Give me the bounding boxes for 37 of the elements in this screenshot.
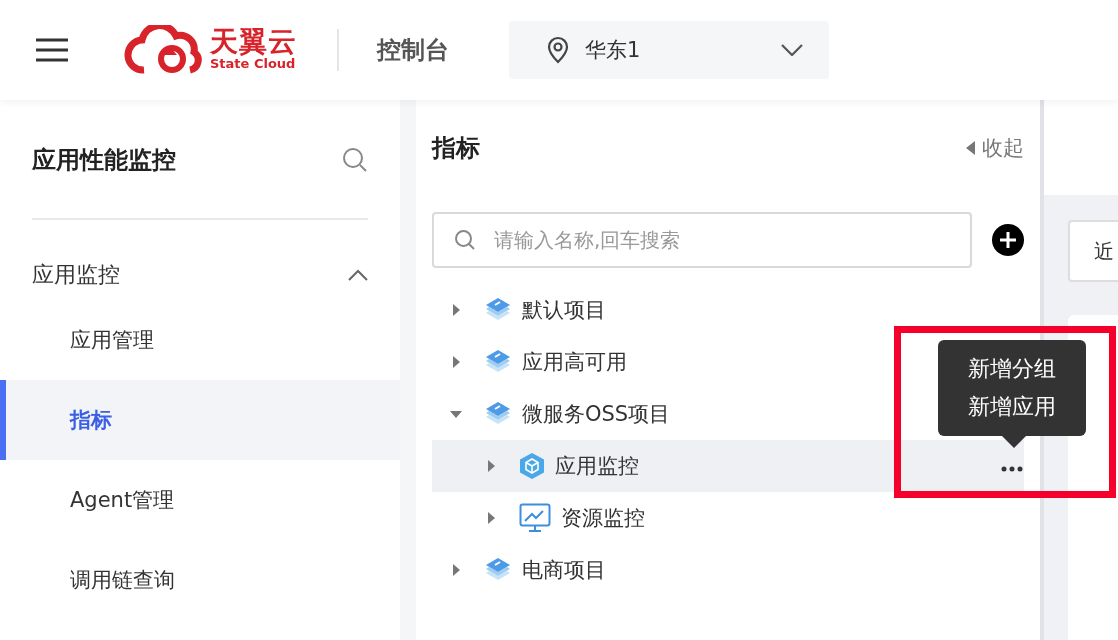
monitor-chart-icon (519, 503, 551, 533)
caret-left-icon (966, 141, 976, 155)
tree-item-label: 默认项目 (522, 297, 606, 324)
sidebar-title: 应用性能监控 (32, 145, 176, 176)
cube-icon (519, 452, 545, 480)
panel-title: 指标 (432, 133, 480, 164)
region-select[interactable]: 华东1 (509, 21, 829, 79)
collapse-button[interactable]: 收起 (966, 134, 1024, 162)
nav-item[interactable]: 指标 (0, 380, 400, 460)
tree-item-label: 微服务OSS项目 (522, 401, 671, 428)
caret-right-icon[interactable] (485, 512, 497, 524)
search-icon[interactable] (342, 147, 368, 173)
caret-right-icon[interactable] (450, 304, 462, 316)
add-icon[interactable] (992, 224, 1024, 256)
console-title: 控制台 (377, 35, 449, 66)
location-pin-icon (547, 36, 569, 64)
menu-icon[interactable] (36, 38, 68, 62)
caret-right-icon[interactable] (450, 564, 462, 576)
nav-item[interactable]: 调用链查询 (0, 540, 400, 620)
cloud-logo-icon (124, 25, 202, 75)
search-field[interactable]: 请输入名称,回车搜索 (432, 212, 972, 268)
caret-right-icon[interactable] (485, 460, 497, 472)
caret-down-icon[interactable] (450, 408, 462, 420)
tree-item-label: 资源监控 (561, 505, 645, 532)
tree-item[interactable]: 应用监控 (432, 440, 1024, 492)
tree-item-label: 应用高可用 (522, 349, 627, 376)
chevron-up-icon (348, 269, 368, 281)
tree-item-label: 应用监控 (555, 453, 639, 480)
caret-right-icon[interactable] (450, 356, 462, 368)
chevron-down-icon (781, 44, 803, 56)
search-icon (454, 229, 476, 251)
logo-subtext: State Cloud (210, 56, 296, 72)
more-icon[interactable] (1000, 466, 1024, 472)
logo-text: 天翼云 (210, 28, 297, 57)
tree-item-label: 电商项目 (522, 557, 606, 584)
time-range-button[interactable]: 近 (1068, 220, 1118, 282)
nav-item[interactable]: Agent管理 (0, 460, 400, 540)
